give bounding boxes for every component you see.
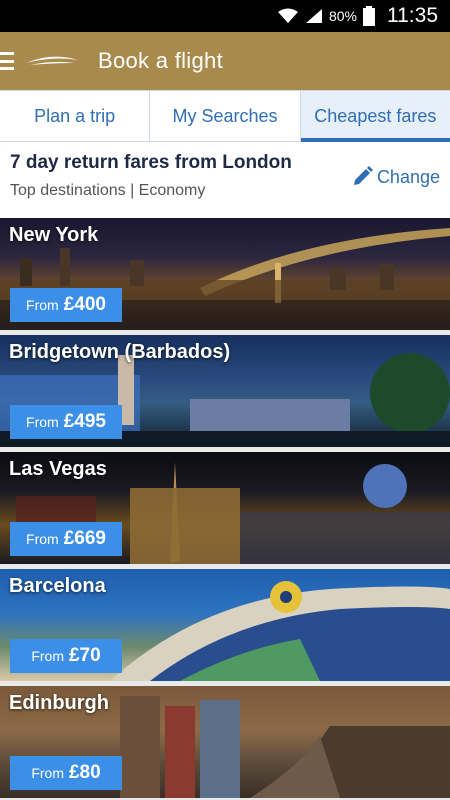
speedmarque-logo-icon [26, 56, 78, 65]
fares-header: 7 day return fares from London Top desti… [0, 142, 450, 218]
fare-price: £400 [63, 294, 106, 315]
change-label: Change [376, 166, 440, 187]
destination-name: Las Vegas [9, 458, 107, 480]
destination-card-new-york[interactable]: New York From £400 [0, 218, 450, 330]
fare-price: £80 [68, 762, 101, 783]
wifi-icon [277, 8, 298, 23]
pencil-icon [353, 166, 373, 185]
destination-name: New York [9, 224, 99, 246]
fare-price: £669 [63, 528, 106, 549]
page-title: Book a flight [98, 48, 223, 73]
fare-price: £70 [68, 645, 101, 666]
fare-price-badge[interactable]: From £70 [10, 639, 122, 673]
app-bar: Book a flight [0, 32, 450, 90]
destination-card-barcelona[interactable]: Barcelona From £70 [0, 569, 450, 681]
fare-price-badge[interactable]: From £495 [10, 405, 122, 439]
fare-from-label: From [31, 648, 64, 664]
tab-my-searches[interactable]: My Searches [150, 91, 301, 141]
fare-from-label: From [26, 531, 59, 547]
battery-icon [363, 6, 375, 26]
fares-title: 7 day return fares from London [10, 152, 292, 173]
hamburger-menu-icon[interactable] [0, 52, 14, 70]
fare-price: £495 [63, 411, 106, 432]
destination-name: Edinburgh [9, 692, 109, 714]
clock: 11:35 [387, 4, 438, 27]
signal-icon [305, 9, 322, 23]
destination-list: New York From £400 Bridgetown (Barbados)… [0, 218, 450, 800]
destination-card-bridgetown[interactable]: Bridgetown (Barbados) From £495 [0, 335, 450, 447]
destination-name: Bridgetown (Barbados) [9, 341, 231, 363]
fare-price-badge[interactable]: From £669 [10, 522, 122, 556]
tab-plan-a-trip[interactable]: Plan a trip [0, 91, 151, 141]
fares-subtitle: Top destinations | Economy [10, 182, 206, 199]
tab-bar: Plan a trip My Searches Cheapest fares [0, 90, 450, 142]
status-icons: 80% 11:35 [277, 0, 438, 32]
fare-price-badge[interactable]: From £80 [10, 756, 122, 790]
destination-card-las-vegas[interactable]: Las Vegas From £669 [0, 452, 450, 564]
fare-from-label: From [31, 765, 64, 781]
battery-percentage: 80% [328, 8, 357, 24]
change-button[interactable]: Change [351, 166, 440, 188]
fare-from-label: From [26, 297, 59, 313]
destination-card-edinburgh[interactable]: Edinburgh From £80 [0, 686, 450, 798]
fare-price-badge[interactable]: From £400 [10, 288, 122, 322]
status-bar: 80% 11:35 [0, 0, 450, 32]
fare-from-label: From [26, 414, 59, 430]
tab-cheapest-fares[interactable]: Cheapest fares [300, 91, 450, 142]
destination-name: Barcelona [9, 575, 106, 597]
